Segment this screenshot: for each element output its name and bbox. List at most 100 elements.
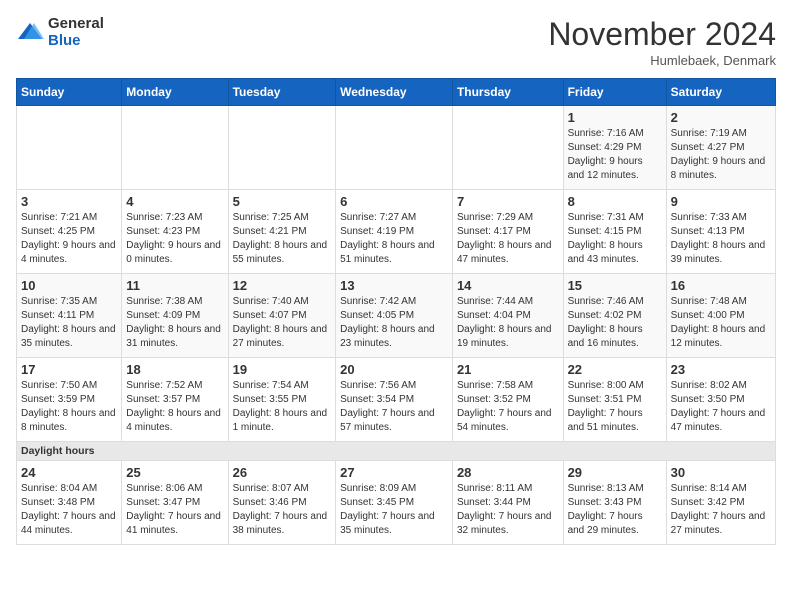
day-number: 17 (21, 362, 117, 377)
day-info: Sunrise: 7:25 AM Sunset: 4:21 PM Dayligh… (233, 211, 332, 267)
day-number: 3 (21, 194, 117, 209)
calendar-cell: 22 Sunrise: 8:00 AM Sunset: 3:51 PM Dayli… (563, 358, 666, 442)
logo-text: General Blue (48, 16, 104, 49)
weekday-header-saturday: Saturday (666, 79, 775, 106)
calendar-cell: 15Sunrise: 7:46 AM Sunset: 4:02 PM Dayli… (563, 274, 666, 358)
day-number: 16 (671, 278, 771, 293)
day-number: 1 (568, 110, 662, 125)
day-info: Sunrise: 8:04 AM Sunset: 3:48 PM Dayligh… (21, 482, 117, 538)
weekday-header-monday: Monday (122, 79, 228, 106)
day-number: 12 (233, 278, 332, 293)
day-info: Sunrise: 7:27 AM Sunset: 4:19 PM Dayligh… (340, 211, 448, 267)
calendar-week-row: 24 Sunrise: 8:04 AM Sunset: 3:48 PM Dayli… (17, 461, 776, 545)
day-number: 28 (457, 465, 559, 480)
calendar-cell: 27Sunrise: 8:09 AM Sunset: 3:45 PM Dayli… (336, 461, 453, 545)
day-number: 5 (233, 194, 332, 209)
weekday-header-row: SundayMondayTuesdayWednesdayThursdayFrid… (17, 79, 776, 106)
day-number: 22 (568, 362, 662, 377)
day-info: Sunrise: 7:38 AM Sunset: 4:09 PM Dayligh… (126, 295, 223, 351)
day-info: Sunrise: 7:50 AM Sunset: 3:59 PM Dayligh… (21, 379, 117, 435)
day-info: Sunrise: 7:44 AM Sunset: 4:04 PM Dayligh… (457, 295, 559, 351)
day-number: 21 (457, 362, 559, 377)
weekday-header-thursday: Thursday (452, 79, 563, 106)
day-info: Sunrise: 7:54 AM Sunset: 3:55 PM Dayligh… (233, 379, 332, 435)
weekday-header-tuesday: Tuesday (228, 79, 336, 106)
daylight-label: Daylight hours (21, 445, 95, 457)
logo-icon (16, 19, 44, 47)
day-number: 7 (457, 194, 559, 209)
calendar-week-row: 1 Sunrise: 7:16 AM Sunset: 4:29 PM Daylig… (17, 106, 776, 190)
calendar-cell: 13Sunrise: 7:42 AM Sunset: 4:05 PM Dayli… (336, 274, 453, 358)
daylight-hours-cell: Daylight hours (17, 442, 776, 461)
calendar-week-row: 10 Sunrise: 7:35 AM Sunset: 4:11 PM Dayli… (17, 274, 776, 358)
calendar-cell: 30 Sunrise: 8:14 AM Sunset: 3:42 PM Dayli… (666, 461, 775, 545)
day-info: Sunrise: 8:00 AM Sunset: 3:51 PM Dayligh… (568, 379, 662, 435)
day-number: 30 (671, 465, 771, 480)
calendar-cell: 17 Sunrise: 7:50 AM Sunset: 3:59 PM Dayli… (17, 358, 122, 442)
calendar-week-row: 17 Sunrise: 7:50 AM Sunset: 3:59 PM Dayli… (17, 358, 776, 442)
day-number: 9 (671, 194, 771, 209)
day-number: 2 (671, 110, 771, 125)
day-info: Sunrise: 7:21 AM Sunset: 4:25 PM Dayligh… (21, 211, 117, 267)
day-info: Sunrise: 8:13 AM Sunset: 3:43 PM Dayligh… (568, 482, 662, 538)
calendar-cell: 6Sunrise: 7:27 AM Sunset: 4:19 PM Daylig… (336, 190, 453, 274)
location: Humlebaek, Denmark (548, 53, 776, 68)
day-number: 29 (568, 465, 662, 480)
calendar-cell: 24 Sunrise: 8:04 AM Sunset: 3:48 PM Dayli… (17, 461, 122, 545)
day-number: 11 (126, 278, 223, 293)
day-info: Sunrise: 7:35 AM Sunset: 4:11 PM Dayligh… (21, 295, 117, 351)
calendar-cell: 11 Sunrise: 7:38 AM Sunset: 4:09 PM Dayli… (122, 274, 228, 358)
weekday-header-sunday: Sunday (17, 79, 122, 106)
day-number: 24 (21, 465, 117, 480)
day-number: 18 (126, 362, 223, 377)
day-number: 10 (21, 278, 117, 293)
calendar-cell: 9 Sunrise: 7:33 AM Sunset: 4:13 PM Daylig… (666, 190, 775, 274)
calendar-cell: 23Sunrise: 8:02 AM Sunset: 3:50 PM Dayli… (666, 358, 775, 442)
day-number: 25 (126, 465, 223, 480)
calendar-cell: 12 Sunrise: 7:40 AM Sunset: 4:07 PM Dayli… (228, 274, 336, 358)
calendar-cell: 4Sunrise: 7:23 AM Sunset: 4:23 PM Daylig… (122, 190, 228, 274)
day-number: 23 (671, 362, 771, 377)
day-number: 20 (340, 362, 448, 377)
weekday-header-wednesday: Wednesday (336, 79, 453, 106)
day-info: Sunrise: 7:40 AM Sunset: 4:07 PM Dayligh… (233, 295, 332, 351)
calendar-cell: 26 Sunrise: 8:07 AM Sunset: 3:46 PM Dayli… (228, 461, 336, 545)
day-info: Sunrise: 7:58 AM Sunset: 3:52 PM Dayligh… (457, 379, 559, 435)
calendar-cell: 20Sunrise: 7:56 AM Sunset: 3:54 PM Dayli… (336, 358, 453, 442)
day-info: Sunrise: 7:52 AM Sunset: 3:57 PM Dayligh… (126, 379, 223, 435)
calendar-cell: 14 Sunrise: 7:44 AM Sunset: 4:04 PM Dayli… (452, 274, 563, 358)
calendar-cell: 16Sunrise: 7:48 AM Sunset: 4:00 PM Dayli… (666, 274, 775, 358)
calendar-cell (122, 106, 228, 190)
calendar-cell: 7 Sunrise: 7:29 AM Sunset: 4:17 PM Daylig… (452, 190, 563, 274)
calendar-cell: 1 Sunrise: 7:16 AM Sunset: 4:29 PM Daylig… (563, 106, 666, 190)
day-number: 14 (457, 278, 559, 293)
calendar-cell (17, 106, 122, 190)
calendar-cell (336, 106, 453, 190)
day-info: Sunrise: 7:29 AM Sunset: 4:17 PM Dayligh… (457, 211, 559, 267)
day-info: Sunrise: 8:14 AM Sunset: 3:42 PM Dayligh… (671, 482, 771, 538)
day-number: 19 (233, 362, 332, 377)
day-info: Sunrise: 7:16 AM Sunset: 4:29 PM Dayligh… (568, 127, 662, 183)
day-info: Sunrise: 7:31 AM Sunset: 4:15 PM Dayligh… (568, 211, 662, 267)
day-number: 8 (568, 194, 662, 209)
calendar-cell (452, 106, 563, 190)
calendar-cell: 21 Sunrise: 7:58 AM Sunset: 3:52 PM Dayli… (452, 358, 563, 442)
calendar-cell: 25 Sunrise: 8:06 AM Sunset: 3:47 PM Dayli… (122, 461, 228, 545)
day-number: 26 (233, 465, 332, 480)
day-number: 15 (568, 278, 662, 293)
calendar-cell: 5 Sunrise: 7:25 AM Sunset: 4:21 PM Daylig… (228, 190, 336, 274)
day-info: Sunrise: 8:11 AM Sunset: 3:44 PM Dayligh… (457, 482, 559, 538)
day-info: Sunrise: 7:33 AM Sunset: 4:13 PM Dayligh… (671, 211, 771, 267)
calendar-week-row: 3 Sunrise: 7:21 AM Sunset: 4:25 PM Daylig… (17, 190, 776, 274)
calendar-cell: 19 Sunrise: 7:54 AM Sunset: 3:55 PM Dayli… (228, 358, 336, 442)
day-info: Sunrise: 8:06 AM Sunset: 3:47 PM Dayligh… (126, 482, 223, 538)
day-info: Sunrise: 7:23 AM Sunset: 4:23 PM Dayligh… (126, 211, 223, 267)
calendar-cell: 10 Sunrise: 7:35 AM Sunset: 4:11 PM Dayli… (17, 274, 122, 358)
logo-blue: Blue (48, 33, 104, 50)
day-number: 27 (340, 465, 448, 480)
day-info: Sunrise: 8:07 AM Sunset: 3:46 PM Dayligh… (233, 482, 332, 538)
logo-general: General (48, 16, 104, 33)
calendar-table: SundayMondayTuesdayWednesdayThursdayFrid… (16, 78, 776, 545)
logo: General Blue (16, 16, 104, 49)
calendar-cell: 28 Sunrise: 8:11 AM Sunset: 3:44 PM Dayli… (452, 461, 563, 545)
